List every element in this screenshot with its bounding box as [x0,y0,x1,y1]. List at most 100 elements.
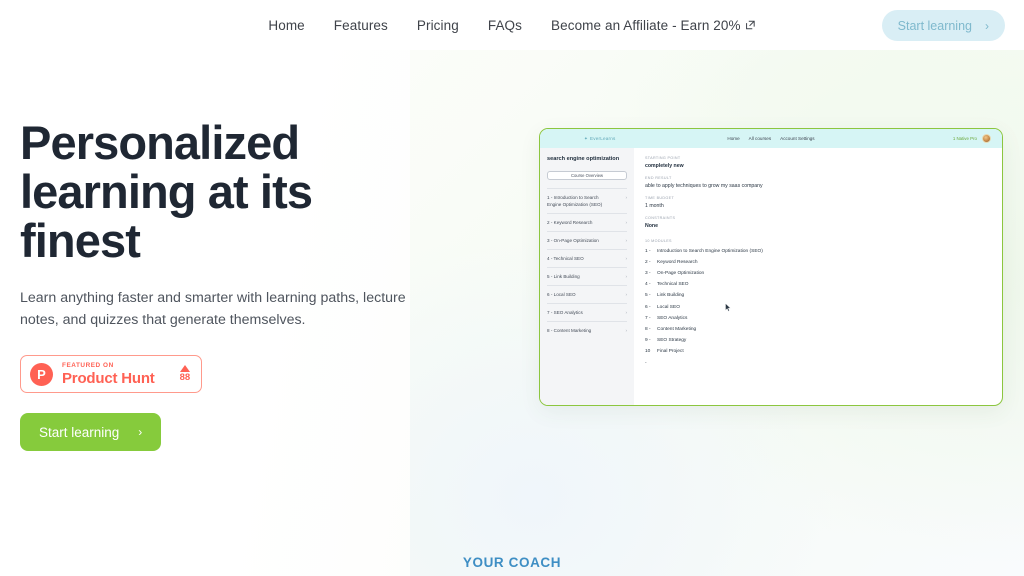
product-hunt-text: FEATURED ON Product Hunt [62,362,155,387]
mockup-logo: ✦ EverLearns [584,136,615,142]
mockup-sidebar: search engine optimization Course Overvi… [540,148,634,405]
nav-item-features[interactable]: Features [334,18,388,33]
header-start-learning-button[interactable]: Start learning › [881,10,1005,41]
external-link-icon [746,20,756,30]
module-number: 7 - [645,315,651,321]
sidebar-item-label: 4 - Technical SEO [547,256,584,261]
chevron-right-icon: › [985,18,989,33]
module-number: 2 - [645,259,651,265]
module-label: SEO Analytics [657,315,688,321]
module-label: Final Project [657,349,684,355]
nav-label: Features [333,18,388,33]
sidebar-item-module-2[interactable]: 2 - Keyword Research › [547,213,627,231]
field-value: completely new [645,162,684,169]
module-list-item-10[interactable]: 10 - Final Project [645,346,988,368]
sidebar-item-label: 8 - Content Marketing [547,328,592,333]
field-end-result: END RESULT able to apply techniques to g… [645,176,988,190]
sidebar-item-label: 1 - Introduction to Search Engine Optimi… [547,195,603,207]
product-hunt-badge[interactable]: P FEATURED ON Product Hunt 88 [20,355,203,393]
module-list-item-8[interactable]: 8 - Content Marketing [645,324,988,335]
module-list-item-2[interactable]: 2 - Keyword Research [645,257,988,268]
field-label: TIME BUDGET [645,196,675,200]
mockup-nav-all-courses[interactable]: All courses [749,136,771,141]
sidebar-item-module-8[interactable]: 8 - Content Marketing › [547,321,627,339]
app-screenshot-mockup: ✦ EverLearns Home All courses Account Se… [539,128,1003,406]
page-title: Personalized learning at its finest [20,116,313,267]
sidebar-item-label: 3 - On-Page Optimization [547,238,599,243]
sidebar-item-module-3[interactable]: 3 - On-Page Optimization › [547,231,627,249]
module-number: 10 - [645,349,651,366]
landing-page: Home Features Pricing FAQs Become an Aff… [0,0,1024,576]
sidebar-item-module-6[interactable]: 6 - Local SEO › [547,285,627,303]
mockup-topbar-right: 1 Native Pro [953,134,991,143]
mockup-body: search engine optimization Course Overvi… [540,148,1002,405]
sidebar-item-label: 7 - SEO Analytics [547,310,583,315]
module-list-item-5[interactable]: 5 - Link Building [645,290,988,301]
nav-item-pricing[interactable]: Pricing [417,18,459,33]
module-list-item-3[interactable]: 3 - On-Page Optimization [645,268,988,279]
chevron-right-icon: › [625,256,627,261]
chevron-right-icon: › [625,310,627,315]
module-number: 5 - [645,293,651,299]
module-list-item-4[interactable]: 4 - Technical SEO [645,279,988,290]
module-list-item-1[interactable]: 1 - Introduction to Search Engine Optimi… [645,246,988,257]
sidebar-item-module-5[interactable]: 5 - Link Building › [547,267,627,285]
upvote-arrow-icon [179,365,190,372]
upvote-count: 88 [179,372,191,383]
field-value: able to apply techniques to grow my saas… [645,182,763,189]
module-label: On-Page Optimization [657,270,705,276]
module-number: 9 - [645,338,651,344]
product-hunt-name: Product Hunt [62,369,155,387]
field-constraints: CONSTRAINTS None [645,216,988,230]
mockup-main-content: STARTING POINT completely new END RESULT… [634,148,1002,405]
mockup-nav-account-settings[interactable]: Account Settings [780,136,814,141]
site-header: Home Features Pricing FAQs Become an Aff… [0,0,1024,51]
product-hunt-upvotes: 88 [179,365,191,383]
sidebar-item-label: 2 - Keyword Research [547,220,593,225]
module-list-item-7[interactable]: 7 - SEO Analytics [645,313,988,324]
module-number: 3 - [645,270,651,276]
mockup-topbar: ✦ EverLearns Home All courses Account Se… [540,129,1002,148]
mockup-plan-label: 1 Native Pro [952,136,977,141]
sidebar-item-label: 5 - Link Building [547,274,580,279]
module-list-item-6[interactable]: 6 - Local SEO [645,302,988,313]
mockup-nav-home[interactable]: Home [727,136,739,141]
nav-item-affiliate[interactable]: Become an Affiliate - Earn 20% [551,18,756,33]
module-label: Technical SEO [657,282,689,288]
sidebar-item-module-7[interactable]: 7 - SEO Analytics › [547,303,627,321]
module-number: 1 - [645,248,651,254]
field-value: None [645,222,658,229]
sidebar-item-module-4[interactable]: 4 - Technical SEO › [547,249,627,267]
chevron-right-icon: › [625,195,627,200]
sidebar-item-module-1[interactable]: 1 - Introduction to Search Engine Optimi… [547,188,627,213]
main-navigation: Home Features Pricing FAQs Become an Aff… [268,18,755,33]
hero-cta-label: Start learning [39,424,120,440]
module-list-item-9[interactable]: 9 - SEO Strategy [645,335,988,346]
module-label: Keyword Research [657,259,698,265]
nav-item-home[interactable]: Home [268,18,304,33]
product-hunt-featured-label: FEATURED ON [62,361,114,369]
nav-item-faqs[interactable]: FAQs [488,18,522,33]
chevron-right-icon: › [625,292,627,297]
mockup-brand-label: EverLearns [589,136,616,141]
header-cta-label: Start learning [897,18,972,33]
chevron-right-icon: › [625,238,627,243]
course-overview-button[interactable]: Course Overview [547,170,627,180]
module-number: 4 - [645,282,651,288]
field-time-budget: TIME BUDGET 1 month [645,196,988,210]
field-label: END RESULT [645,176,672,180]
mockup-navigation: Home All courses Account Settings [727,136,814,141]
module-label: SEO Strategy [657,338,687,344]
nav-label: Pricing [416,18,459,33]
module-label: Link Building [657,293,685,299]
avatar[interactable] [982,134,991,143]
chevron-right-icon: › [138,425,143,439]
hero-start-learning-button[interactable]: Start learning › [20,413,162,451]
nav-label: Become an Affiliate - Earn 20% [551,18,741,33]
module-label: Introduction to Search Engine Optimizati… [657,248,763,254]
mockup-course-title: search engine optimization [547,156,620,162]
section-label-your-coach: YOUR COACH [462,555,562,570]
module-number: 8 - [645,326,651,332]
modules-count-label: 10 MODULES [645,238,672,243]
field-label: CONSTRAINTS [645,216,676,220]
